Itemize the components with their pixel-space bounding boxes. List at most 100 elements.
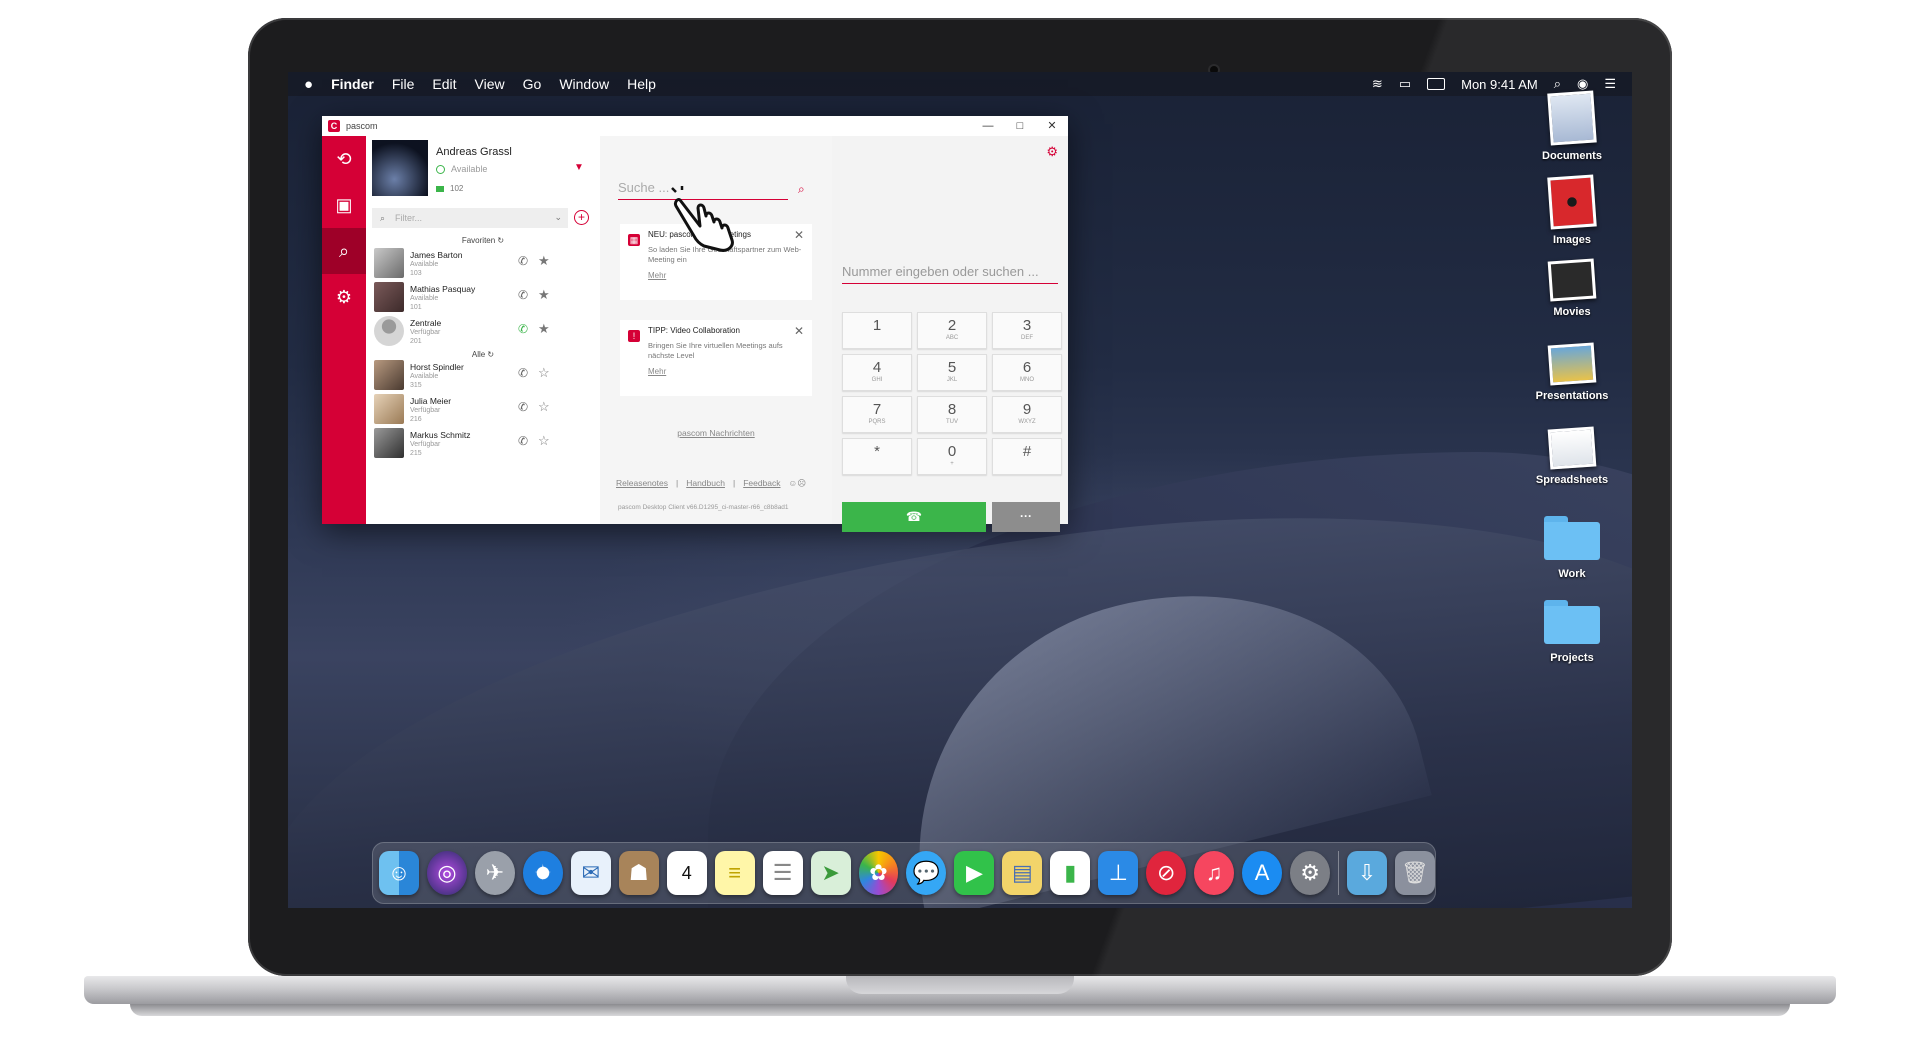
notification-center-icon[interactable]: ☰ (1604, 76, 1616, 92)
calendar-icon[interactable]: 4 (666, 851, 707, 895)
safari-icon[interactable]: ✧ (522, 851, 563, 895)
close-icon[interactable]: ✕ (794, 228, 804, 242)
more-options-button[interactable]: ··· (992, 502, 1060, 532)
notes-icon[interactable]: ≡ (714, 851, 755, 895)
star-outline-icon[interactable]: ☆ (538, 433, 550, 449)
menu-window[interactable]: Window (559, 76, 609, 92)
desktop-icon-movies[interactable]: Movies (1522, 258, 1622, 318)
search-icon[interactable]: ⌕ (322, 228, 366, 274)
menu-file[interactable]: File (392, 76, 415, 92)
news-card-more-link[interactable]: Mehr (648, 271, 804, 280)
desktop-icon-work[interactable]: Work (1522, 516, 1622, 580)
settings-gear-icon[interactable]: ⚙ (322, 274, 366, 320)
maps-icon[interactable]: ➤ (810, 851, 851, 895)
key-4[interactable]: 4 GHI (842, 354, 912, 391)
siri-icon[interactable]: ◎ (426, 851, 467, 895)
keynote-photo-icon[interactable]: ▤ (1002, 851, 1043, 895)
trash-icon[interactable]: 🗑 (1394, 851, 1435, 895)
desktop-icon-presentations[interactable]: Presentations (1522, 342, 1622, 402)
contact-row[interactable]: Markus Schmitz Verfügbar 215 ✆ ☆ (372, 426, 594, 460)
phone-icon[interactable]: ✆ (518, 254, 528, 268)
minimize-button[interactable]: — (972, 116, 1004, 136)
numbers-icon[interactable]: ▮ (1050, 851, 1091, 895)
system-preferences-icon[interactable]: ⚙ (1290, 851, 1331, 895)
finder-icon[interactable]: ☺ (379, 851, 419, 895)
contact-row[interactable]: Julia Meier Verfügbar 216 ✆ ☆ (372, 392, 594, 426)
call-button[interactable]: ☎ (842, 502, 986, 532)
contact-row[interactable]: Zentrale Verfügbar 201 ✆ ★ (372, 314, 594, 348)
desktop-icon-documents[interactable]: Documents (1522, 90, 1622, 162)
search-icon[interactable]: ⌕ (798, 182, 805, 197)
my-avatar[interactable] (372, 140, 428, 196)
news-icon[interactable]: ⊘ (1146, 851, 1187, 895)
manual-link[interactable]: Handbuch (686, 478, 725, 489)
messages-link[interactable]: pascom Nachrichten (600, 428, 832, 438)
menu-edit[interactable]: Edit (432, 76, 456, 92)
contacts-card-icon[interactable]: ▣ (322, 182, 366, 228)
wifi-icon[interactable]: ≋ (1372, 76, 1383, 92)
phone-icon[interactable]: ✆ (518, 400, 528, 414)
reminders-icon[interactable]: ☰ (762, 851, 803, 895)
photos-icon[interactable]: ✿ (858, 851, 899, 895)
filter-input[interactable]: ⌕ Filter... ⌄ (372, 208, 568, 228)
contact-row[interactable]: James Barton Available 103 ✆ ★ (372, 246, 594, 280)
key-9[interactable]: 9 WXYZ (992, 396, 1062, 433)
key-0[interactable]: 0 + (917, 438, 987, 475)
chevron-down-icon[interactable]: ⌄ (554, 212, 562, 223)
feedback-link[interactable]: Feedback (743, 478, 780, 489)
menu-go[interactable]: Go (523, 76, 542, 92)
apple-icon[interactable]: ● (304, 76, 313, 93)
gear-icon[interactable]: ⚙ (1046, 144, 1058, 160)
phone-icon[interactable]: ✆ (518, 434, 528, 448)
close-button[interactable]: ✕ (1036, 116, 1068, 136)
siri-icon[interactable]: ◉ (1577, 76, 1588, 92)
dial-input[interactable]: Nummer eingeben oder suchen ... (842, 264, 1058, 284)
key-7[interactable]: 7 PQRS (842, 396, 912, 433)
add-contact-icon[interactable]: + (574, 210, 589, 225)
key-hash[interactable]: # (992, 438, 1062, 475)
menu-help[interactable]: Help (627, 76, 656, 92)
contacts-icon[interactable]: ☗ (618, 851, 659, 895)
spotlight-icon[interactable]: ⌕ (1554, 76, 1561, 92)
releasenotes-link[interactable]: Releasenotes (616, 478, 668, 489)
star-outline-icon[interactable]: ☆ (538, 399, 550, 415)
key-star[interactable]: * (842, 438, 912, 475)
desktop-icon-spreadsheets[interactable]: Spreadsheets (1522, 426, 1622, 486)
app-store-icon[interactable]: A (1242, 851, 1283, 895)
history-icon[interactable]: ⟲ (322, 136, 366, 182)
menu-view[interactable]: View (475, 76, 505, 92)
phone-icon[interactable]: ✆ (518, 366, 528, 380)
messages-icon[interactable]: 💬 (906, 851, 947, 895)
music-icon[interactable]: ♫ (1194, 851, 1235, 895)
news-card-more-link[interactable]: Mehr (648, 367, 804, 376)
key-6[interactable]: 6 MNO (992, 354, 1062, 391)
keynote-icon[interactable]: ⊥ (1098, 851, 1139, 895)
my-status[interactable]: Available (436, 164, 487, 174)
star-filled-icon[interactable]: ★ (538, 321, 550, 337)
downloads-icon[interactable]: ⇩ (1346, 851, 1387, 895)
menu-finder[interactable]: Finder (331, 76, 374, 92)
key-3[interactable]: 3 DEF (992, 312, 1062, 349)
facetime-icon[interactable]: ▶ (954, 851, 995, 895)
feedback-smiley-icon[interactable]: ☺☹ (789, 478, 807, 489)
key-8[interactable]: 8 TUV (917, 396, 987, 433)
star-outline-icon[interactable]: ☆ (538, 365, 550, 381)
airplay-icon[interactable]: ▭ (1399, 76, 1411, 92)
key-1[interactable]: 1 (842, 312, 912, 349)
mail-icon[interactable]: ✉ (570, 851, 611, 895)
star-filled-icon[interactable]: ★ (538, 287, 550, 303)
close-icon[interactable]: ✕ (794, 324, 804, 338)
phone-icon[interactable]: ✆ (518, 322, 528, 336)
maximize-button[interactable]: □ (1004, 116, 1036, 136)
pascom-titlebar[interactable]: C pascom — □ ✕ (322, 116, 1068, 136)
desktop-icon-projects[interactable]: Projects (1522, 600, 1622, 664)
launchpad-icon[interactable]: ✈ (474, 851, 515, 895)
contact-row[interactable]: Horst Spindler Available 315 ✆ ☆ (372, 358, 594, 392)
battery-icon[interactable] (1427, 78, 1446, 90)
contact-row[interactable]: Mathias Pasquay Available 101 ✆ ★ (372, 280, 594, 314)
star-filled-icon[interactable]: ★ (538, 253, 550, 269)
desktop-icon-images[interactable]: Images (1522, 174, 1622, 246)
phone-icon[interactable]: ✆ (518, 288, 528, 302)
key-5[interactable]: 5 JKL (917, 354, 987, 391)
menu-clock[interactable]: Mon 9:41 AM (1461, 77, 1538, 92)
